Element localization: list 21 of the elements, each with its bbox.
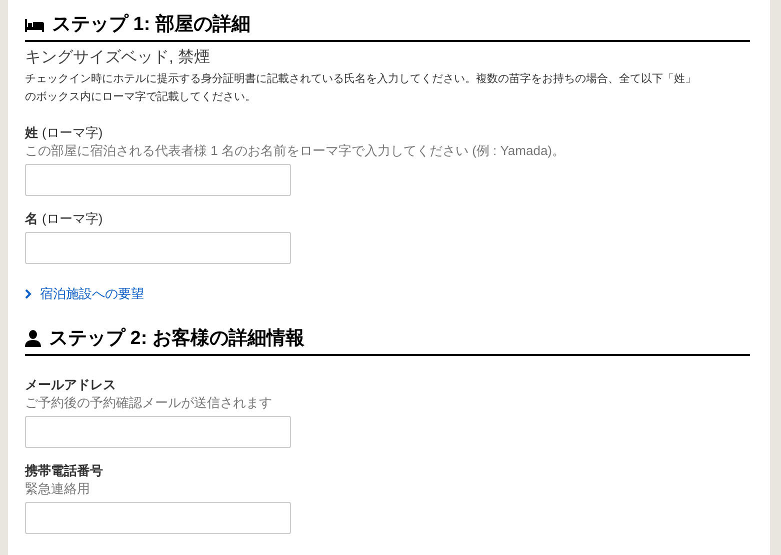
field-label-note: (ローマ字) [42,210,103,228]
section-heading: ステップ 1: 部屋の詳細 [52,12,250,37]
field-hint: この部屋に宿泊される代表者様 1 名のお名前をローマ字で入力してください (例 : Yamada)。 [25,142,566,160]
room-type: キングサイズベッド, 禁煙 [25,48,211,68]
section-heading: ステップ 2: お客様の詳細情報 [49,326,304,350]
input-field[interactable] [25,416,291,448]
requests-link[interactable]: 宿泊施設への要望 [25,284,750,304]
input-field[interactable] [25,502,291,534]
person-icon [25,330,41,347]
chevron-icon [25,288,32,299]
notice-text: チェックイン時にホテルに提示する身分証明書に記載されている氏名を入力してください。複数の苗字をお持ちの場合、全て以下「姓」のボックス内にローマ字で記載してください。 [25,72,697,105]
input-field[interactable] [25,232,291,264]
field-label: 名 [25,210,38,228]
field-hint: ご予約後の予約確認メールが送信されます [25,394,273,412]
bed-icon [25,18,44,32]
input-field[interactable] [25,164,291,196]
field-label: メールアドレス [25,376,116,394]
field-label: 姓 [25,124,38,142]
field-label-note: (ローマ字) [42,124,103,142]
field-hint: 緊急連絡用 [25,480,91,498]
field-label: 携帯電話番号 [25,462,103,480]
